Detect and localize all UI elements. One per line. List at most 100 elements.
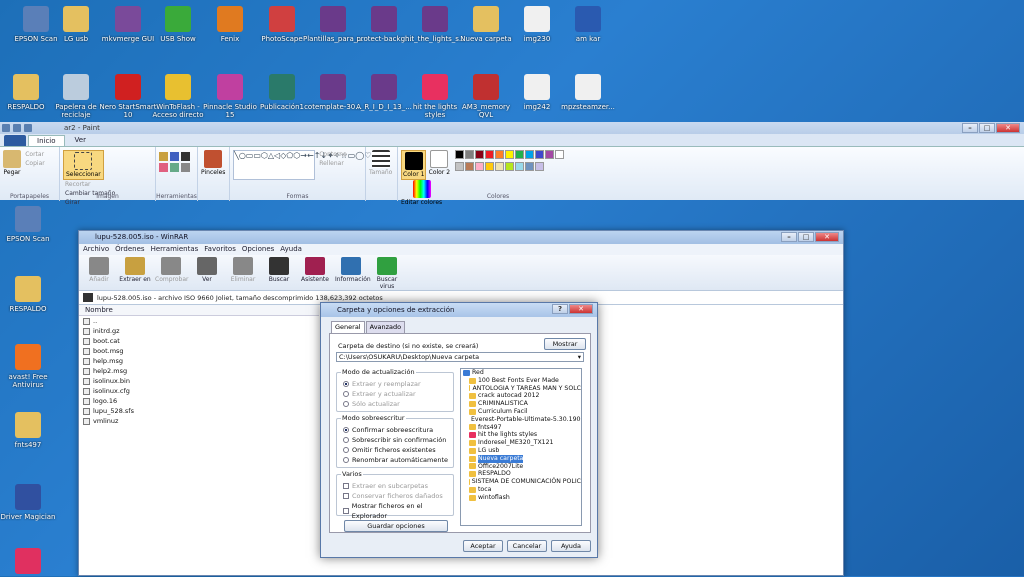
toolbar-button[interactable]: Buscar — [263, 257, 295, 288]
fill-icon[interactable] — [170, 152, 179, 161]
radio-option[interactable]: Extraer y actualizar — [343, 389, 453, 399]
toolbar-button[interactable]: Extraer en — [119, 257, 151, 288]
color-swatch[interactable] — [545, 150, 555, 159]
color-swatch[interactable] — [495, 162, 505, 171]
tab-home[interactable]: Inicio — [28, 135, 65, 146]
close-button[interactable]: ✕ — [996, 123, 1020, 133]
tree-item[interactable]: Indoresel_ME320_TX121 — [461, 439, 581, 447]
tree-item[interactable]: LG usb — [461, 447, 581, 455]
brushes-button[interactable]: Pinceles — [201, 150, 225, 176]
outline-button[interactable]: Contorno — [319, 150, 347, 159]
toolbar-button[interactable]: Ver — [191, 257, 223, 288]
toolbar-button[interactable]: Asistente — [299, 257, 331, 288]
toolbar-button[interactable]: Comprobar — [155, 257, 188, 288]
crop-button[interactable]: Recortar — [65, 180, 115, 189]
color-swatch[interactable] — [535, 150, 545, 159]
desktop-top-icon-11[interactable]: am kar — [558, 6, 618, 43]
color1-button[interactable]: Color 1 — [401, 150, 427, 180]
winrar-minimize-button[interactable]: – — [781, 232, 797, 242]
color-swatch[interactable] — [505, 162, 515, 171]
desktop-mid-icon-3[interactable]: WinToFlash - Acceso directo — [148, 74, 208, 119]
winrar-maximize-button[interactable]: □ — [798, 232, 814, 242]
checkbox-option[interactable]: Extraer en subcarpetas — [343, 481, 453, 491]
desktop-second-icon-1[interactable]: RESPALDO — [0, 276, 58, 313]
checkbox-option[interactable]: Conservar ficheros dañados — [343, 491, 453, 501]
shapes-gallery[interactable]: ╲○▭▭⬡△◁◇⬠⬡→←↑↓✦✧☆▭◯♡⚡ — [233, 150, 377, 180]
radio-option[interactable]: Sobrescribir sin confirmación — [343, 435, 453, 445]
tree-item[interactable]: 100 Best Fonts Ever Made — [461, 377, 581, 385]
radio-option[interactable]: Extraer y reemplazar — [343, 379, 453, 389]
desktop-top-icon-3[interactable]: USB Show — [148, 6, 208, 43]
column-name[interactable]: Nombre — [79, 305, 319, 316]
color-swatch[interactable] — [485, 150, 495, 159]
color-swatch[interactable] — [515, 150, 525, 159]
desktop-second-icon-3[interactable]: fnts497 — [0, 412, 58, 449]
eraser-icon[interactable] — [159, 163, 168, 172]
toolbar-button[interactable]: Buscar virus — [371, 257, 403, 290]
desktop-mid-icon-11[interactable]: mpzsteamzer... — [558, 74, 618, 111]
radio-option[interactable]: Confirmar sobreescritura — [343, 425, 453, 435]
tab-advanced[interactable]: Avanzado — [365, 321, 406, 333]
tree-item[interactable]: Nueva carpeta — [461, 454, 581, 463]
tree-item[interactable]: CRIMINALISTICA — [461, 400, 581, 408]
color-swatch[interactable] — [475, 150, 485, 159]
destination-path-input[interactable]: C:\Users\OSUKARU\Desktop\Nueva carpeta ▾ — [336, 352, 584, 362]
checkbox-option[interactable]: Mostrar ficheros en el Explorador — [343, 501, 453, 521]
color-swatch[interactable] — [505, 150, 515, 159]
toolbar-button[interactable]: Añadir — [83, 257, 115, 288]
tree-item[interactable]: fnts497 — [461, 424, 581, 432]
tree-item[interactable]: RESPALDO — [461, 470, 581, 478]
desktop-second-icon-0[interactable]: EPSON Scan — [0, 206, 58, 243]
color-swatch[interactable] — [465, 162, 475, 171]
magnifier-icon[interactable] — [181, 163, 190, 172]
minimize-button[interactable]: – — [962, 123, 978, 133]
undo-icon[interactable] — [13, 124, 21, 132]
desktop-mid-icon-4[interactable]: Pinnacle Studio 15 — [200, 74, 260, 119]
menu-item[interactable]: Órdenes — [115, 244, 144, 255]
winrar-close-button[interactable]: ✕ — [815, 232, 839, 242]
color-swatch[interactable] — [555, 150, 565, 159]
color-swatch[interactable] — [525, 162, 535, 171]
color-picker-icon[interactable] — [170, 163, 179, 172]
paste-button[interactable]: Pegar — [3, 150, 21, 176]
color-swatch[interactable] — [465, 150, 475, 159]
toolbar-button[interactable]: Información — [335, 257, 371, 288]
desktop-mid-icon-1[interactable]: Papelera de reciclaje — [46, 74, 106, 119]
tree-item[interactable]: wintoflash — [461, 494, 581, 502]
tree-item[interactable]: crack autocad 2012 — [461, 392, 581, 400]
radio-option[interactable]: Omitir ficheros existentes — [343, 445, 453, 455]
menu-item[interactable]: Opciones — [242, 244, 274, 255]
tab-general[interactable]: General — [331, 321, 365, 333]
color-swatch[interactable] — [495, 150, 505, 159]
dialog-close-button[interactable]: ✕ — [569, 304, 593, 314]
save-icon[interactable] — [2, 124, 10, 132]
tree-item[interactable]: Everest-Portable-Ultimate-5.30.1900-By — [461, 416, 581, 424]
desktop-second-icon-5[interactable] — [0, 548, 58, 577]
toolbar-button[interactable]: Eliminar — [227, 257, 259, 288]
tree-item[interactable]: SISTEMA DE COMUNICACIÓN POLIC — [461, 478, 581, 486]
desktop-top-icon-1[interactable]: LG usb — [46, 6, 106, 43]
redo-icon[interactable] — [24, 124, 32, 132]
show-button[interactable]: Mostrar — [544, 338, 586, 350]
fill-button[interactable]: Rellenar — [319, 159, 347, 168]
menu-item[interactable]: Herramientas — [151, 244, 199, 255]
tree-item[interactable]: Office2007Lite — [461, 463, 581, 471]
color-swatch[interactable] — [455, 150, 465, 159]
color-swatch[interactable] — [455, 162, 465, 171]
text-icon[interactable] — [181, 152, 190, 161]
desktop-second-icon-4[interactable]: Driver Magician — [0, 484, 58, 521]
tree-item[interactable]: Curriculum Facil — [461, 408, 581, 416]
tree-item[interactable]: Red — [461, 369, 581, 377]
cancel-button[interactable]: Cancelar — [507, 540, 547, 552]
up-folder-icon[interactable] — [83, 293, 93, 302]
radio-option[interactable]: Sólo actualizar — [343, 399, 453, 409]
color2-button[interactable]: Color 2 — [429, 150, 450, 176]
accept-button[interactable]: Aceptar — [463, 540, 503, 552]
menu-item[interactable]: Ayuda — [280, 244, 302, 255]
tree-item[interactable]: ANTOLOGIA Y TAREAS MAN Y SOLC — [461, 385, 581, 393]
dialog-help-button[interactable]: ? — [552, 304, 568, 314]
cut-button[interactable]: Cortar — [25, 150, 44, 159]
color-swatch[interactable] — [535, 162, 545, 171]
desktop-top-icon-4[interactable]: Fenix — [200, 6, 260, 43]
folder-tree[interactable]: Red 100 Best Fonts Ever Made ANTOLOGIA Y T… — [460, 368, 582, 526]
